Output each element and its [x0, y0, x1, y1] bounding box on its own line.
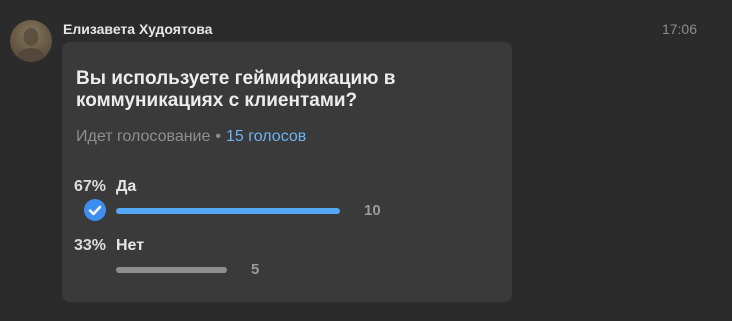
checkmark-icon: [84, 199, 106, 221]
poll-status-line: Идет голосование • 15 голосов: [76, 128, 306, 146]
poll-option-no[interactable]: 33% Нет 5: [62, 237, 512, 287]
option-bar-fill: [116, 208, 340, 214]
poll-message: Елизавета Худоятова 17:06 Вы используете…: [0, 0, 732, 321]
status-separator: •: [215, 128, 221, 145]
option-label: Да: [116, 178, 137, 195]
option-count: 10: [364, 202, 381, 219]
avatar[interactable]: [10, 20, 52, 62]
option-percent: 67%: [73, 178, 106, 195]
poll-votes-link[interactable]: 15 голосов: [226, 128, 306, 145]
option-bar: [116, 267, 456, 273]
avatar-photo-icon: [17, 28, 45, 62]
option-label: Нет: [116, 237, 145, 254]
poll-card: Вы используете геймификацию в коммуникац…: [62, 42, 512, 302]
poll-option-yes[interactable]: 67% Да 10: [62, 178, 512, 228]
message-time: 17:06: [661, 21, 697, 37]
message-author[interactable]: Елизавета Худоятова: [63, 21, 212, 37]
poll-status: Идет голосование: [76, 128, 211, 145]
option-percent: 33%: [73, 237, 106, 254]
poll-question: Вы используете геймификацию в коммуникац…: [76, 68, 396, 111]
option-count: 5: [251, 261, 260, 278]
option-bar-fill: [116, 267, 227, 273]
option-bar: [116, 208, 456, 214]
